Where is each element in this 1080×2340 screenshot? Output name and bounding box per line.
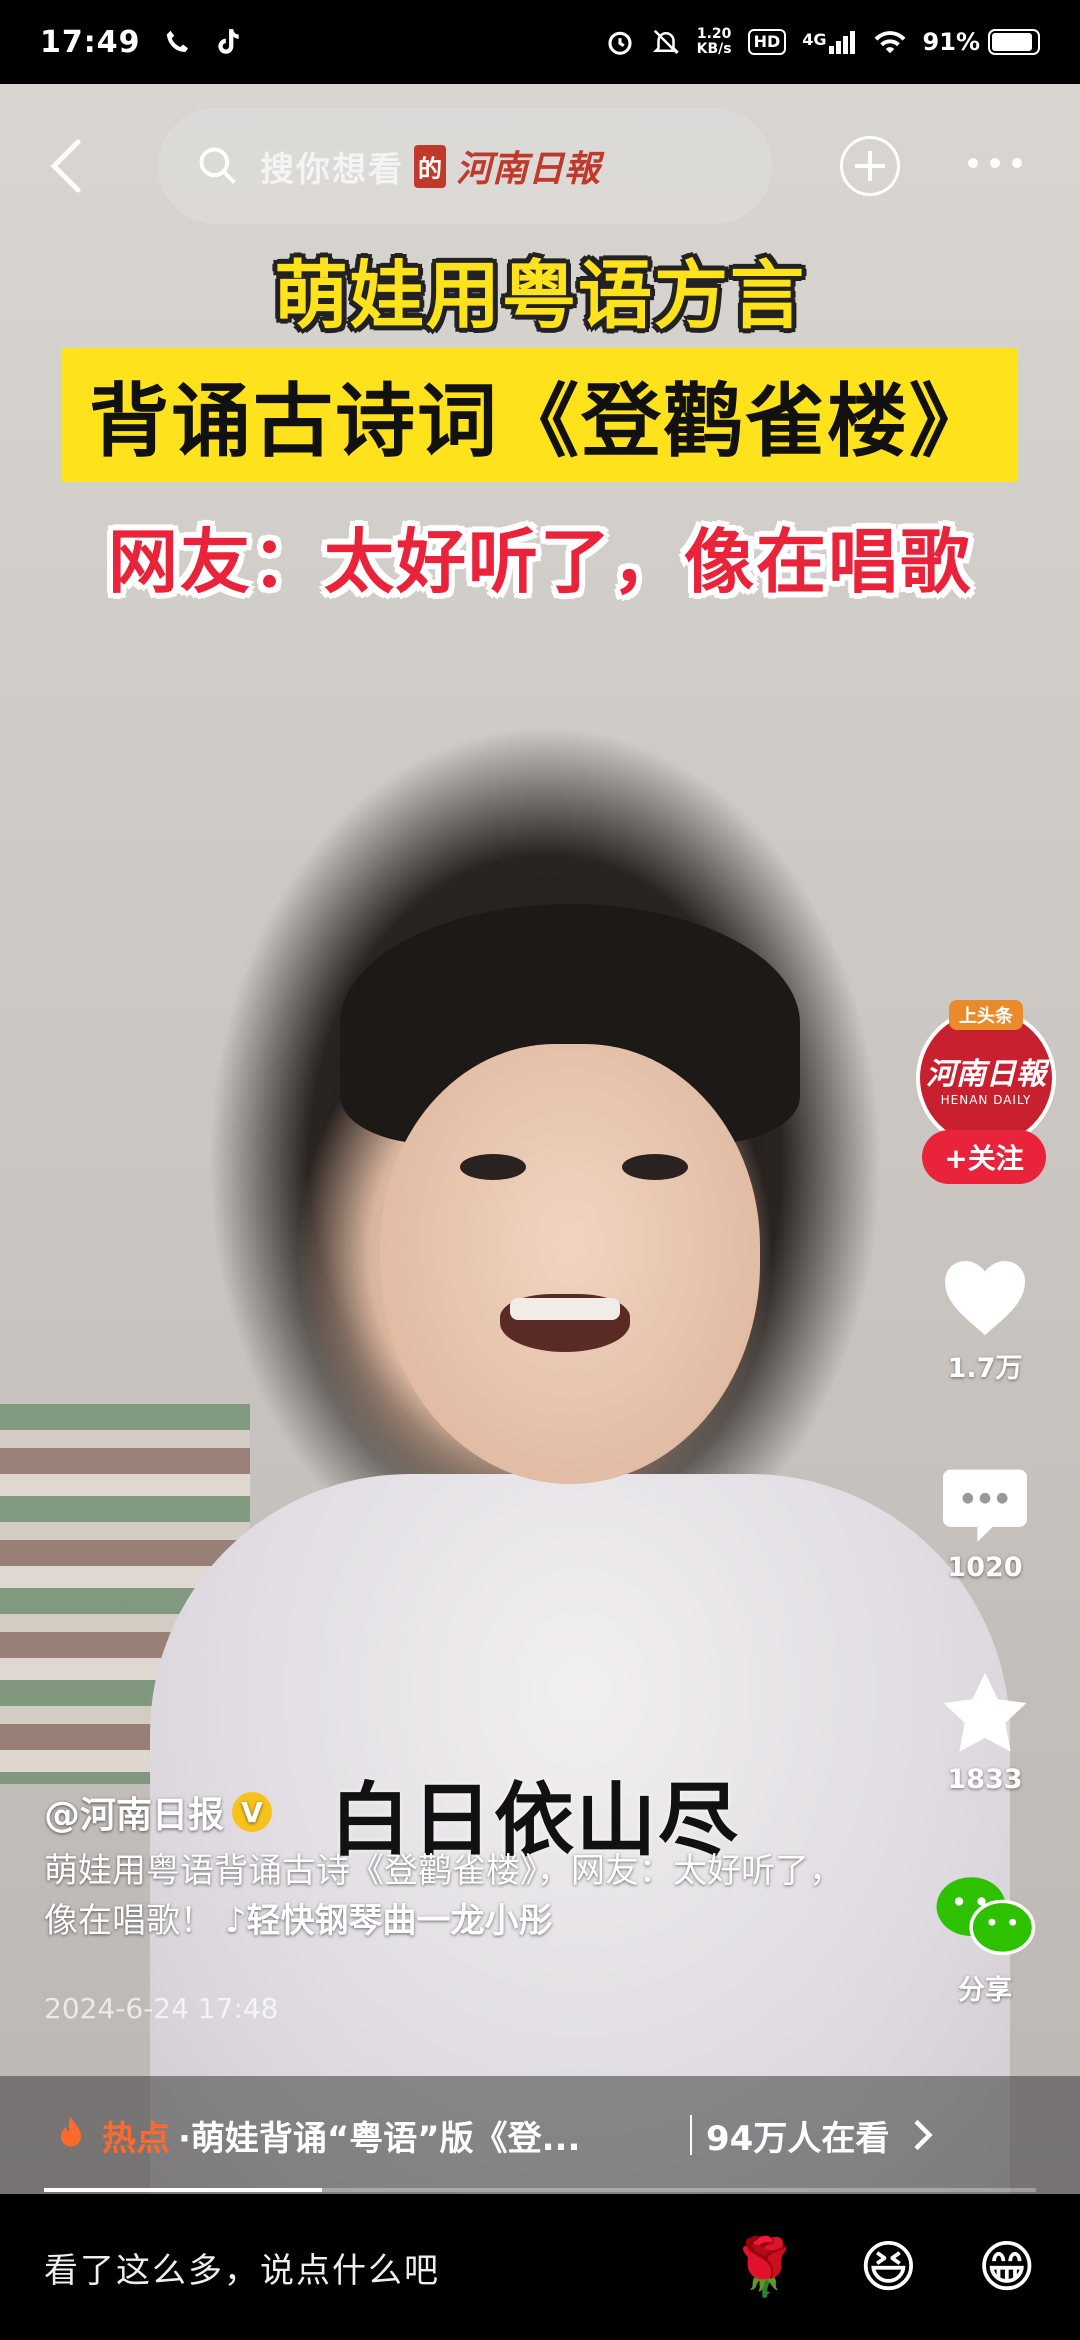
- laughing-emoji-icon[interactable]: 😆: [859, 2235, 917, 2300]
- comment-button[interactable]: 1020: [930, 1462, 1040, 1583]
- like-count: 1.7万: [947, 1353, 1023, 1384]
- search-input[interactable]: 搜你想看 的 河南日報: [158, 108, 772, 224]
- comment-icon: [943, 1469, 1027, 1543]
- battery-icon: [988, 29, 1040, 55]
- status-bar: 17:49 1.20 KB/s HD 4G 91%: [0, 0, 1080, 84]
- search-placeholder: 搜你想看: [260, 149, 404, 190]
- status-time: 17:49: [40, 24, 141, 60]
- chevron-right-icon: [914, 2119, 934, 2151]
- music-link[interactable]: ♪轻快钢琴曲一龙小彤: [225, 1901, 553, 1941]
- comment-count: 1020: [947, 1552, 1023, 1583]
- author-avatar[interactable]: 上头条 河南日報 HENAN DAILY: [916, 1000, 1056, 1148]
- flame-icon: [61, 2116, 81, 2147]
- signal-4g: 4G: [802, 30, 856, 54]
- child-teeth: [510, 1298, 620, 1320]
- share-button[interactable]: 分享: [930, 1872, 1040, 2007]
- trending-divider: [690, 2115, 692, 2155]
- more-options-button[interactable]: [968, 158, 1022, 168]
- brand-badge: 的: [414, 144, 446, 188]
- grinning-emoji-icon[interactable]: 😁: [978, 2235, 1036, 2300]
- top-bar: 搜你想看 的 河南日報: [0, 100, 1080, 230]
- video-title-line3: 网友：太好听了，像在唱歌: [108, 521, 972, 603]
- verified-badge: V: [232, 1792, 273, 1832]
- comment-input-bar[interactable]: 看了这么多，说点什么吧 🌹 😆 😁: [0, 2194, 1080, 2340]
- child-face: [380, 1044, 760, 1484]
- author-name-link[interactable]: @河南日报 V: [44, 1786, 273, 1838]
- video-description[interactable]: 萌娃用粤语背诵古诗《登鹳雀楼》，网友：太好听了，像在唱歌！ ♪轻快钢琴曲一龙小彤: [44, 1846, 864, 1946]
- child-right-eye: [622, 1154, 688, 1180]
- favorite-button[interactable]: 1833: [930, 1668, 1040, 1795]
- trending-viewers: 94万人在看: [706, 2118, 890, 2159]
- share-label: 分享: [958, 1975, 1012, 2006]
- child-left-eye: [460, 1154, 526, 1180]
- mute-bell-icon: [651, 27, 681, 57]
- video-title-line1: 萌娃用粤语方言: [274, 253, 806, 339]
- avatar-tag: 上头条: [949, 1000, 1023, 1030]
- wifi-icon: [873, 28, 907, 56]
- video-title-line2: 背诵古诗词《登鹳雀楼》: [62, 348, 1018, 482]
- follow-button[interactable]: +关注: [922, 1130, 1046, 1184]
- phone-call-icon: [163, 27, 193, 57]
- like-button[interactable]: 1.7万: [930, 1250, 1040, 1385]
- hd-badge: HD: [747, 29, 787, 55]
- heart-icon: [945, 1261, 1025, 1335]
- favorite-count: 1833: [947, 1764, 1023, 1795]
- star-icon: [943, 1672, 1027, 1752]
- playback-progress-bar[interactable]: [44, 2188, 1036, 2192]
- avatar-logo-subtext: HENAN DAILY: [940, 1093, 1032, 1107]
- post-date: 2024-6-24 17:48: [44, 1992, 279, 2025]
- chevron-left-icon: [50, 139, 81, 193]
- alarm-icon: [605, 27, 635, 57]
- wechat-icon: [936, 1877, 1036, 1956]
- trending-title: ·萌娃背诵“粤语”版《登...: [178, 2118, 581, 2159]
- rose-emoji-icon[interactable]: 🌹: [729, 2234, 799, 2300]
- add-button[interactable]: [840, 136, 900, 196]
- tiktok-icon: [215, 27, 241, 57]
- trending-label: 热点: [102, 2118, 170, 2159]
- back-button[interactable]: [42, 136, 92, 196]
- battery-indicator: 91%: [923, 28, 1040, 56]
- trending-bar[interactable]: 热点 ·萌娃背诵“粤语”版《登... 94万人在看: [0, 2076, 1080, 2194]
- search-icon: [199, 147, 236, 184]
- comment-input-placeholder[interactable]: 看了这么多，说点什么吧: [44, 2243, 669, 2292]
- author-name: @河南日报: [44, 1795, 225, 1836]
- avatar-logo-text: 河南日報: [926, 1057, 1046, 1092]
- search-brand-name: 河南日報: [456, 148, 601, 190]
- network-speed: 1.20 KB/s: [696, 26, 732, 57]
